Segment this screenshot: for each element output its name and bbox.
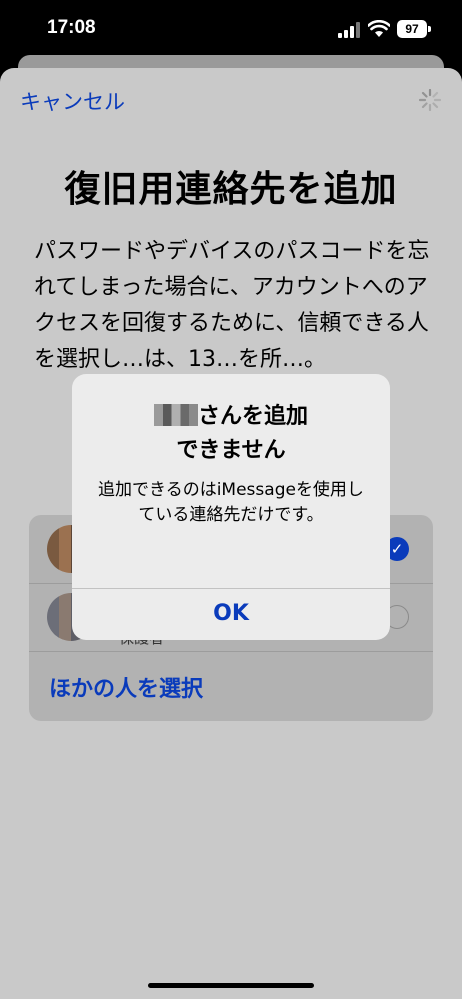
clock: 17:08 xyxy=(47,17,96,38)
battery-icon: 97 xyxy=(397,20,431,38)
alert-title: さんを追加 できません xyxy=(72,400,390,468)
ok-button[interactable]: OK xyxy=(72,588,390,640)
status-bar: 17:08 97 xyxy=(0,0,462,62)
home-indicator[interactable] xyxy=(148,983,314,988)
alert-message: 追加できるのはiMessageを使用している連絡先だけです。 xyxy=(98,480,364,525)
redacted-name xyxy=(153,404,198,426)
alert-dialog: さんを追加 できません 追加できるのはiMessageを使用している連絡先だけで… xyxy=(72,374,390,640)
cellular-signal-icon xyxy=(338,22,360,38)
battery-level: 97 xyxy=(397,20,427,38)
wifi-icon xyxy=(368,20,390,37)
